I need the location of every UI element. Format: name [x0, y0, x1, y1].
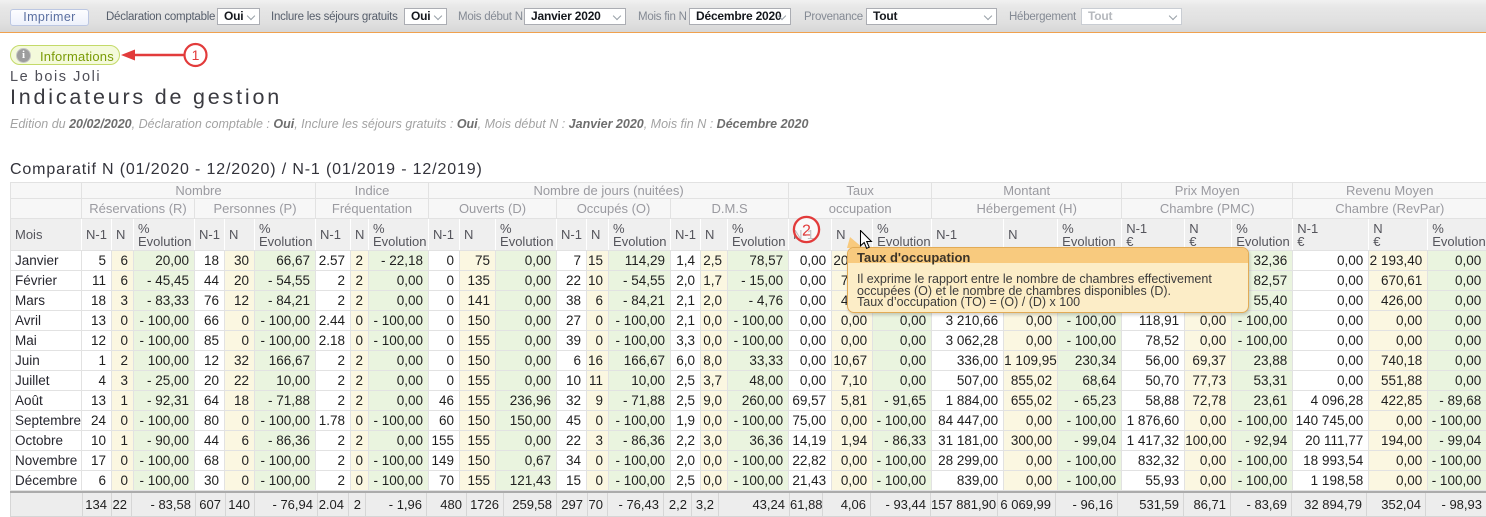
svg-text:1: 1	[192, 47, 200, 63]
svg-text:2: 2	[802, 223, 811, 240]
